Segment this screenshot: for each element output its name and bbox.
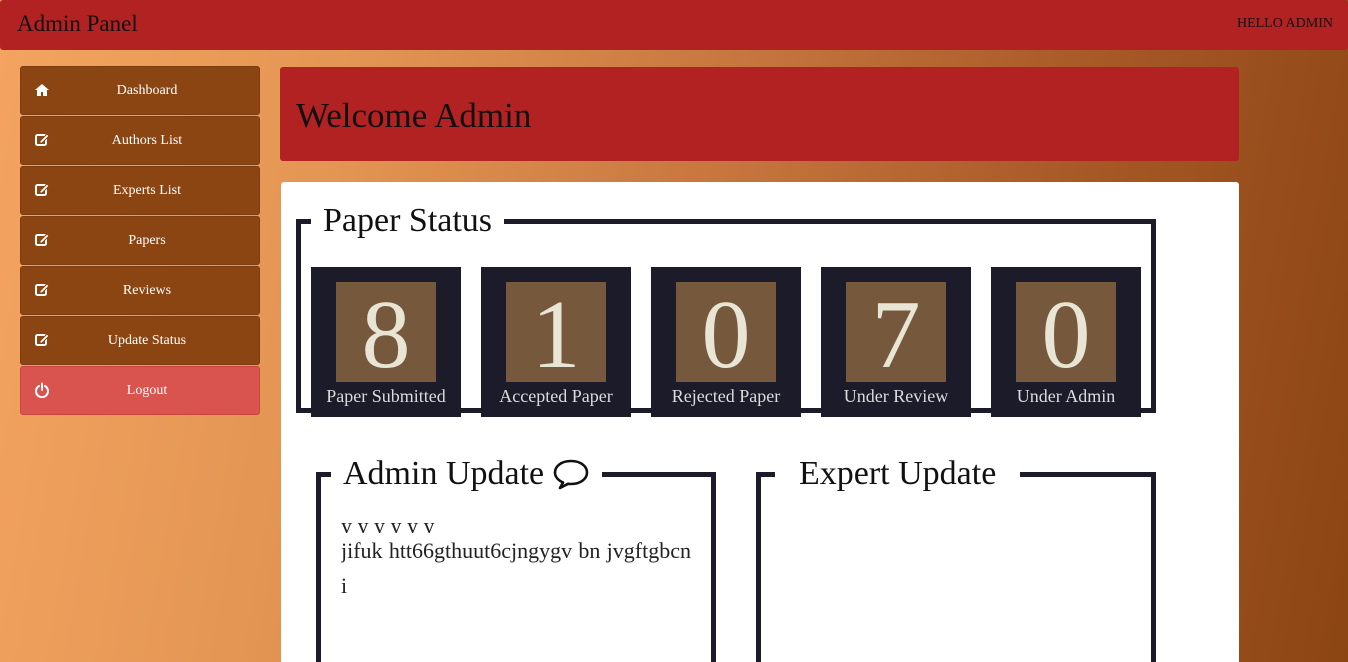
sidebar-item-authors-list[interactable]: Authors List bbox=[20, 116, 260, 165]
sidebar-item-update-status[interactable]: Update Status bbox=[20, 316, 260, 365]
sidebar-item-label: Authors List bbox=[111, 132, 183, 148]
logout-button[interactable]: Logout bbox=[20, 366, 260, 415]
stat-label: Under Review bbox=[843, 386, 949, 406]
page-title: Welcome Admin bbox=[296, 96, 532, 135]
admin-update-section: Admin Update y y y y y y jifuk htt66gthu… bbox=[316, 455, 716, 662]
admin-update-text: y y y y y y jifuk htt66gthuut6cjngygv bn… bbox=[341, 521, 691, 611]
stat-label: Under Admin bbox=[1016, 386, 1116, 406]
stat-label: Paper Submitted bbox=[326, 386, 446, 406]
sidebar-item-label: Update Status bbox=[107, 332, 187, 348]
expert-update-section: Expert Update bbox=[756, 455, 1156, 662]
stat-value: 1 bbox=[506, 282, 606, 388]
update-line-clipped: y y y y y y bbox=[341, 521, 691, 533]
stat-value: 7 bbox=[846, 282, 946, 388]
stat-card-under-admin[interactable]: 0 Under Admin bbox=[991, 267, 1141, 417]
update-line: jifuk htt66gthuut6cjngygv bn jvgftgbcn i bbox=[341, 538, 691, 598]
edit-icon bbox=[35, 333, 50, 346]
dashboard-panel: Paper Status 8 Paper Submitted 1 Accepte… bbox=[281, 182, 1239, 662]
brand-title[interactable]: Admin Panel bbox=[17, 11, 138, 37]
edit-icon bbox=[35, 183, 50, 196]
welcome-banner: Welcome Admin bbox=[280, 67, 1239, 161]
sidebar-item-label: Papers bbox=[128, 232, 166, 248]
greeting-text: HELLO ADMIN bbox=[1236, 16, 1333, 31]
top-navbar: Admin Panel HELLO ADMIN bbox=[0, 0, 1348, 50]
sidebar-item-label: Dashboard bbox=[116, 82, 178, 98]
stat-card-accepted-paper[interactable]: 1 Accepted Paper bbox=[481, 267, 631, 417]
home-icon bbox=[35, 84, 49, 96]
admin-update-title: Admin Update bbox=[331, 455, 602, 493]
sidebar-item-reviews[interactable]: Reviews bbox=[20, 266, 260, 315]
sidebar-item-label: Reviews bbox=[122, 282, 172, 298]
edit-icon bbox=[35, 133, 50, 146]
sidebar-item-label: Experts List bbox=[112, 182, 182, 198]
stat-card-rejected-paper[interactable]: 0 Rejected Paper bbox=[651, 267, 801, 417]
sidebar-item-papers[interactable]: Papers bbox=[20, 216, 260, 265]
sidebar-item-experts-list[interactable]: Experts List bbox=[20, 166, 260, 215]
sidebar: Dashboard Authors List Experts List Pape… bbox=[20, 66, 260, 416]
sidebar-item-dashboard[interactable]: Dashboard bbox=[20, 66, 260, 115]
edit-icon bbox=[35, 283, 50, 296]
expert-update-title: Expert Update bbox=[799, 455, 997, 492]
stat-value: 0 bbox=[676, 282, 776, 388]
speech-bubble-icon bbox=[553, 459, 589, 490]
edit-icon bbox=[35, 233, 50, 246]
stat-label: Rejected Paper bbox=[671, 386, 781, 406]
sidebar-item-label: Logout bbox=[126, 382, 168, 398]
stat-label: Accepted Paper bbox=[499, 386, 613, 406]
paper-status-section: Paper Status 8 Paper Submitted 1 Accepte… bbox=[296, 202, 1156, 417]
stat-card-paper-submitted[interactable]: 8 Paper Submitted bbox=[311, 267, 461, 417]
stat-card-under-review[interactable]: 7 Under Review bbox=[821, 267, 971, 417]
stat-value: 0 bbox=[1016, 282, 1116, 388]
stat-value: 8 bbox=[336, 282, 436, 388]
paper-status-title: Paper Status bbox=[323, 202, 493, 239]
power-icon bbox=[35, 382, 49, 398]
